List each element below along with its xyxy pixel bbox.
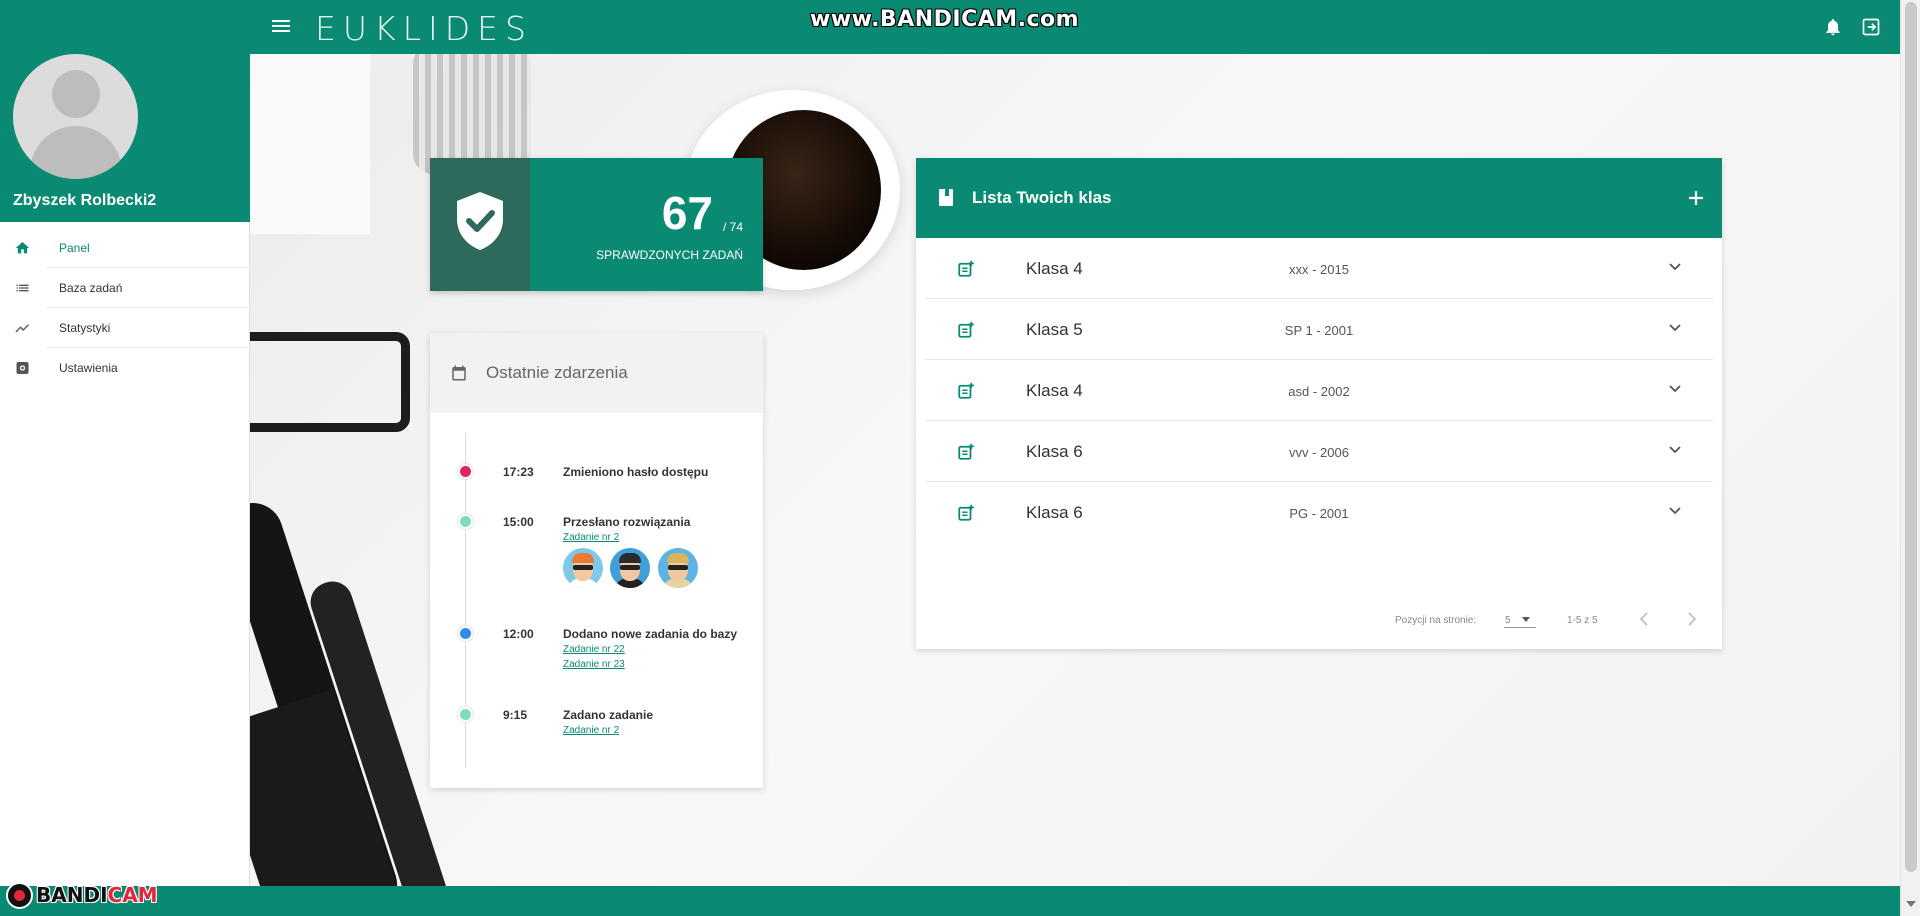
event-dot	[458, 464, 473, 479]
class-name: Klasa 5	[1026, 320, 1083, 339]
user-name: Zbyszek Rolbecki2	[13, 192, 157, 209]
checked-tasks-count: 67	[661, 187, 713, 239]
recent-events-card: Ostatnie zdarzenia 17:23 Zmieniono hasło…	[430, 333, 763, 788]
class-name: Klasa 4	[1026, 381, 1083, 400]
sidebar-item-label: Panel	[59, 241, 90, 255]
photo-decoration-glasses	[250, 332, 410, 432]
task-link[interactable]: Zadanie nr 22	[563, 644, 625, 655]
student-avatars	[563, 548, 701, 590]
paginator: Pozycji na stronie: 5 1-5 z 5	[916, 610, 1722, 630]
event-time: 15:00	[503, 515, 534, 529]
class-name: Klasa 6	[1026, 442, 1083, 461]
chevron-down-icon[interactable]	[1669, 507, 1681, 515]
settings-icon	[16, 362, 29, 374]
class-list-title: Lista Twoich klas	[972, 188, 1112, 207]
plus-icon[interactable]	[1686, 188, 1706, 208]
items-per-page-label: Pozycji na stronie:	[1395, 615, 1477, 626]
sidebar-item-ustawienia[interactable]: Ustawienia	[0, 348, 250, 388]
sidebar-item-label: Baza zadań	[59, 281, 123, 295]
chevron-down-icon[interactable]	[1669, 385, 1681, 393]
student-avatar[interactable]	[610, 548, 651, 588]
class-list-card: Lista Twoich klas xxx - 2015 Klasa 4 SP …	[916, 158, 1722, 649]
shield-check-icon	[457, 192, 503, 250]
page-scrollbar[interactable]	[1900, 0, 1920, 916]
chevron-right-icon[interactable]	[1687, 612, 1697, 626]
student-avatar[interactable]	[563, 548, 603, 588]
page-range: 1-5 z 5	[1567, 615, 1598, 626]
stat-label: SPRAWDZONYCH ZADAŃ	[596, 248, 743, 262]
avatar-head	[52, 70, 100, 118]
sidebar: Zbyszek Rolbecki2 Panel Baza zadań Staty…	[0, 0, 250, 886]
class-row[interactable]: PG - 2001 Klasa 6	[925, 482, 1713, 543]
event-time: 12:00	[503, 627, 534, 641]
total-tasks-count: / 74	[722, 220, 743, 234]
caret-down-icon	[1522, 617, 1530, 622]
photo-decoration	[250, 54, 370, 234]
sidebar-item-label: Ustawienia	[59, 361, 118, 375]
bandicam-text: BANDICAM	[36, 883, 158, 907]
event-title: Zmieniono hasło dostępu	[563, 465, 709, 479]
book-icon	[939, 189, 953, 206]
sidebar-nav: Panel Baza zadań Statystyki Ustawienia	[0, 228, 250, 388]
class-row[interactable]: vvv - 2006 Klasa 6	[925, 421, 1713, 482]
app-logo[interactable]: EUKLIDES	[315, 9, 533, 48]
class-name: Klasa 6	[1026, 503, 1083, 522]
class-row[interactable]: xxx - 2015 Klasa 4	[925, 238, 1713, 299]
sidebar-item-label: Statystyki	[59, 321, 111, 335]
scroll-down-arrow-icon[interactable]	[1906, 901, 1916, 907]
chevron-down-icon[interactable]	[1669, 446, 1681, 454]
recent-events-header: Ostatnie zdarzenia	[430, 333, 763, 413]
recent-events-title: Ostatnie zdarzenia	[486, 363, 628, 382]
bell-icon[interactable]	[1823, 17, 1843, 37]
items-per-page-value: 5	[1505, 615, 1511, 626]
sidebar-item-baza-zadan[interactable]: Baza zadań	[0, 268, 250, 308]
stat-icon-panel	[430, 158, 530, 291]
top-bar: EUKLIDES www.BANDICAM.com	[0, 0, 1920, 54]
chevron-left-icon[interactable]	[1639, 612, 1649, 626]
class-name: Klasa 4	[1026, 259, 1083, 278]
chevron-down-icon[interactable]	[1669, 263, 1681, 271]
class-list-header: Lista Twoich klas	[916, 158, 1722, 238]
event-dot	[458, 626, 473, 641]
task-link[interactable]: Zadanie nr 2	[563, 725, 619, 736]
event-dot	[458, 707, 473, 722]
footer-bar	[0, 886, 1900, 916]
class-row[interactable]: asd - 2002 Klasa 4	[925, 360, 1713, 421]
class-row[interactable]: SP 1 - 2001 Klasa 5	[925, 299, 1713, 360]
checked-tasks-card: 67 / 74 SPRAWDZONYCH ZADAŃ	[430, 158, 763, 291]
task-link[interactable]: Zadanie nr 23	[563, 659, 625, 670]
list-icon	[16, 284, 29, 292]
sidebar-item-statystyki[interactable]: Statystyki	[0, 308, 250, 348]
sidebar-item-panel[interactable]: Panel	[0, 228, 250, 268]
photo-decoration	[413, 54, 531, 174]
items-per-page-select[interactable]: 5	[1504, 610, 1536, 628]
event-title: Zadano zadanie	[563, 708, 654, 722]
logout-icon[interactable]	[1861, 17, 1881, 37]
hamburger-icon[interactable]	[272, 17, 290, 37]
event-time: 17:23	[503, 465, 534, 479]
event-title: Przesłano rozwiązania	[563, 515, 691, 529]
trending-up-icon	[15, 324, 29, 333]
event-time: 9:15	[503, 708, 528, 722]
scrollbar-thumb[interactable]	[1905, 2, 1917, 872]
calendar-icon	[452, 365, 466, 381]
event-title: Dodano nowe zadania do bazy	[563, 627, 738, 641]
profile-panel: Zbyszek Rolbecki2	[0, 54, 250, 222]
recording-watermark: www.BANDICAM.com	[810, 7, 1080, 32]
home-icon	[15, 242, 30, 254]
task-link[interactable]: Zadanie nr 2	[563, 532, 619, 543]
event-dot	[458, 514, 473, 529]
chevron-down-icon[interactable]	[1669, 324, 1681, 332]
avatar-body	[30, 126, 122, 179]
avatar[interactable]	[13, 54, 138, 179]
record-icon	[6, 882, 33, 909]
student-avatar[interactable]	[657, 548, 698, 588]
